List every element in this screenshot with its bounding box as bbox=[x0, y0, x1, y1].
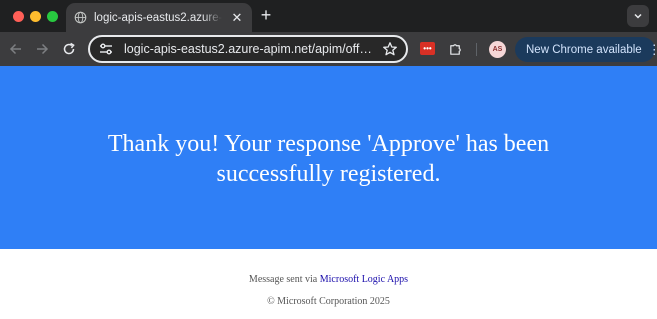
kebab-menu-icon[interactable]: ⋮ bbox=[648, 42, 657, 58]
toolbar-divider bbox=[476, 43, 477, 56]
confirmation-banner: Thank you! Your response 'Approve' has b… bbox=[0, 66, 657, 249]
puzzle-icon[interactable] bbox=[448, 42, 463, 57]
browser-tab-active[interactable]: logic-apis-eastus2.azure-apim.net ✕ bbox=[66, 3, 252, 32]
chevron-down-icon bbox=[634, 13, 642, 19]
reload-button[interactable] bbox=[60, 40, 78, 58]
logic-apps-link[interactable]: Microsoft Logic Apps bbox=[320, 274, 408, 285]
tab-close-icon[interactable]: ✕ bbox=[230, 10, 244, 26]
arrow-left-icon bbox=[9, 43, 21, 55]
footer-prefix: Message sent via bbox=[248, 274, 320, 285]
footer-message: Message sent via Microsoft Logic Apps bbox=[0, 274, 657, 285]
confirmation-message: Thank you! Your response 'Approve' has b… bbox=[107, 130, 550, 187]
avatar-initials: AS bbox=[492, 46, 503, 53]
tab-strip: logic-apis-eastus2.azure-apim.net ✕ + bbox=[0, 0, 657, 32]
profile-avatar[interactable]: AS bbox=[489, 41, 506, 58]
copyright-text: © Microsoft Corporation 2025 bbox=[267, 296, 390, 307]
address-bar[interactable]: logic-apis-eastus2.azure-apim.net/apim/o… bbox=[88, 35, 408, 63]
url-text[interactable]: logic-apis-eastus2.azure-apim.net/apim/o… bbox=[124, 42, 374, 56]
new-chrome-available-button[interactable]: New Chrome available ⋮ bbox=[515, 37, 657, 62]
reload-icon bbox=[63, 42, 75, 55]
maximize-window-button[interactable] bbox=[47, 11, 58, 22]
tune-icon[interactable] bbox=[98, 41, 114, 57]
extension-icon[interactable]: ••• bbox=[420, 42, 435, 55]
globe-icon bbox=[74, 11, 87, 24]
extension-badge: ••• bbox=[423, 43, 432, 53]
star-icon[interactable] bbox=[382, 41, 398, 57]
tab-title: logic-apis-eastus2.azure-apim.net bbox=[94, 11, 222, 24]
arrow-right-icon bbox=[37, 43, 49, 55]
browser-toolbar: logic-apis-eastus2.azure-apim.net/apim/o… bbox=[0, 32, 657, 66]
new-tab-button[interactable]: + bbox=[256, 5, 276, 26]
forward-button[interactable] bbox=[33, 40, 51, 58]
update-label: New Chrome available bbox=[526, 43, 642, 56]
minimize-window-button[interactable] bbox=[30, 11, 41, 22]
tab-search-button[interactable] bbox=[627, 5, 649, 27]
close-window-button[interactable] bbox=[13, 11, 24, 22]
back-button[interactable] bbox=[7, 40, 25, 58]
